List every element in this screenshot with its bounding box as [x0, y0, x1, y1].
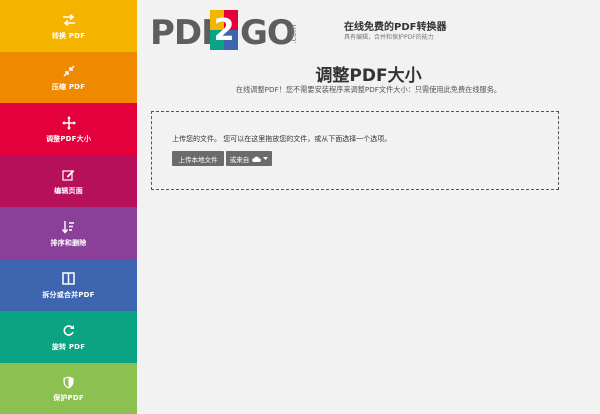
- page-subtitle: 在线调整PDF！您不需要安装程序来调整PDF文件大小：只需使用此免费在线服务。: [235, 85, 502, 94]
- sidebar-item-label: 保护PDF: [53, 394, 84, 402]
- sidebar-item-label: 拆分或合并PDF: [42, 290, 95, 299]
- sidebar-item-label: 排序和删除: [50, 238, 87, 247]
- sidebar-item-protect-pdf[interactable]: 保护PDF: [0, 363, 137, 414]
- upload-from-cloud-dropdown[interactable]: 或来自: [226, 151, 272, 166]
- sidebar-item-resize-pdf[interactable]: 调整PDF大小: [0, 103, 137, 155]
- sidebar-item-convert-pdf[interactable]: 转换 PDF: [0, 0, 137, 52]
- dropzone-instructions: 上传您的文件。 您可以在这里拖放您的文件，或从下面选择一个选项。: [172, 135, 392, 143]
- move-arrows-icon: [61, 115, 76, 131]
- columns-icon: [62, 271, 75, 287]
- upload-button-label: 上传本地文件: [178, 155, 218, 164]
- sidebar-item-label: 编辑页面: [54, 186, 83, 195]
- upload-local-file-button[interactable]: 上传本地文件: [172, 151, 224, 166]
- exchange-arrows-icon: [62, 12, 76, 28]
- sidebar-item-rotate-pdf[interactable]: 旋转 PDF: [0, 311, 137, 363]
- edit-pencil-icon: [62, 167, 75, 183]
- sidebar-item-edit-pages[interactable]: 编辑页面: [0, 155, 137, 207]
- sidebar-item-label: 旋转 PDF: [51, 342, 86, 351]
- from-button-label: 或来自: [229, 155, 250, 164]
- sidebar-item-sort-delete[interactable]: 排序和删除: [0, 207, 137, 259]
- file-dropzone[interactable]: 上传您的文件。 您可以在这里拖放您的文件，或从下面选择一个选项。 上传本地文件 …: [151, 111, 559, 190]
- sidebar-item-label: 转换 PDF: [51, 31, 86, 40]
- page-title: 调整PDF大小: [315, 66, 422, 86]
- pdf2go-logo[interactable]: PDF 2 GO .com: [150, 8, 300, 56]
- sort-icon: [62, 219, 75, 235]
- sidebar-item-split-merge[interactable]: 拆分或合并PDF: [0, 259, 137, 311]
- sidebar-nav: 转换 PDF 压缩 PDF 调整PDF大小 编辑页面 排序和删除 拆分或合并PD…: [0, 0, 137, 414]
- logo-two-text: 2: [213, 12, 235, 48]
- tagline-title: 在线免费的PDF转换器: [344, 22, 447, 33]
- caret-down-icon: [263, 157, 269, 160]
- sidebar-item-label: 调整PDF大小: [45, 134, 92, 143]
- sidebar-item-label: 压缩 PDF: [51, 83, 86, 91]
- logo-two-badge: 2: [210, 10, 238, 50]
- sidebar-item-compress-pdf[interactable]: 压缩 PDF: [0, 52, 137, 103]
- logo-go-text: GO: [240, 13, 296, 53]
- compress-arrows-icon: [62, 63, 75, 79]
- cloud-icon: [252, 156, 262, 162]
- shield-icon: [63, 374, 74, 390]
- tagline-subtitle: 具有编辑，合并和保护PDF的能力: [344, 34, 434, 41]
- logo-com-text: .com: [289, 24, 298, 44]
- rotate-icon: [62, 323, 75, 339]
